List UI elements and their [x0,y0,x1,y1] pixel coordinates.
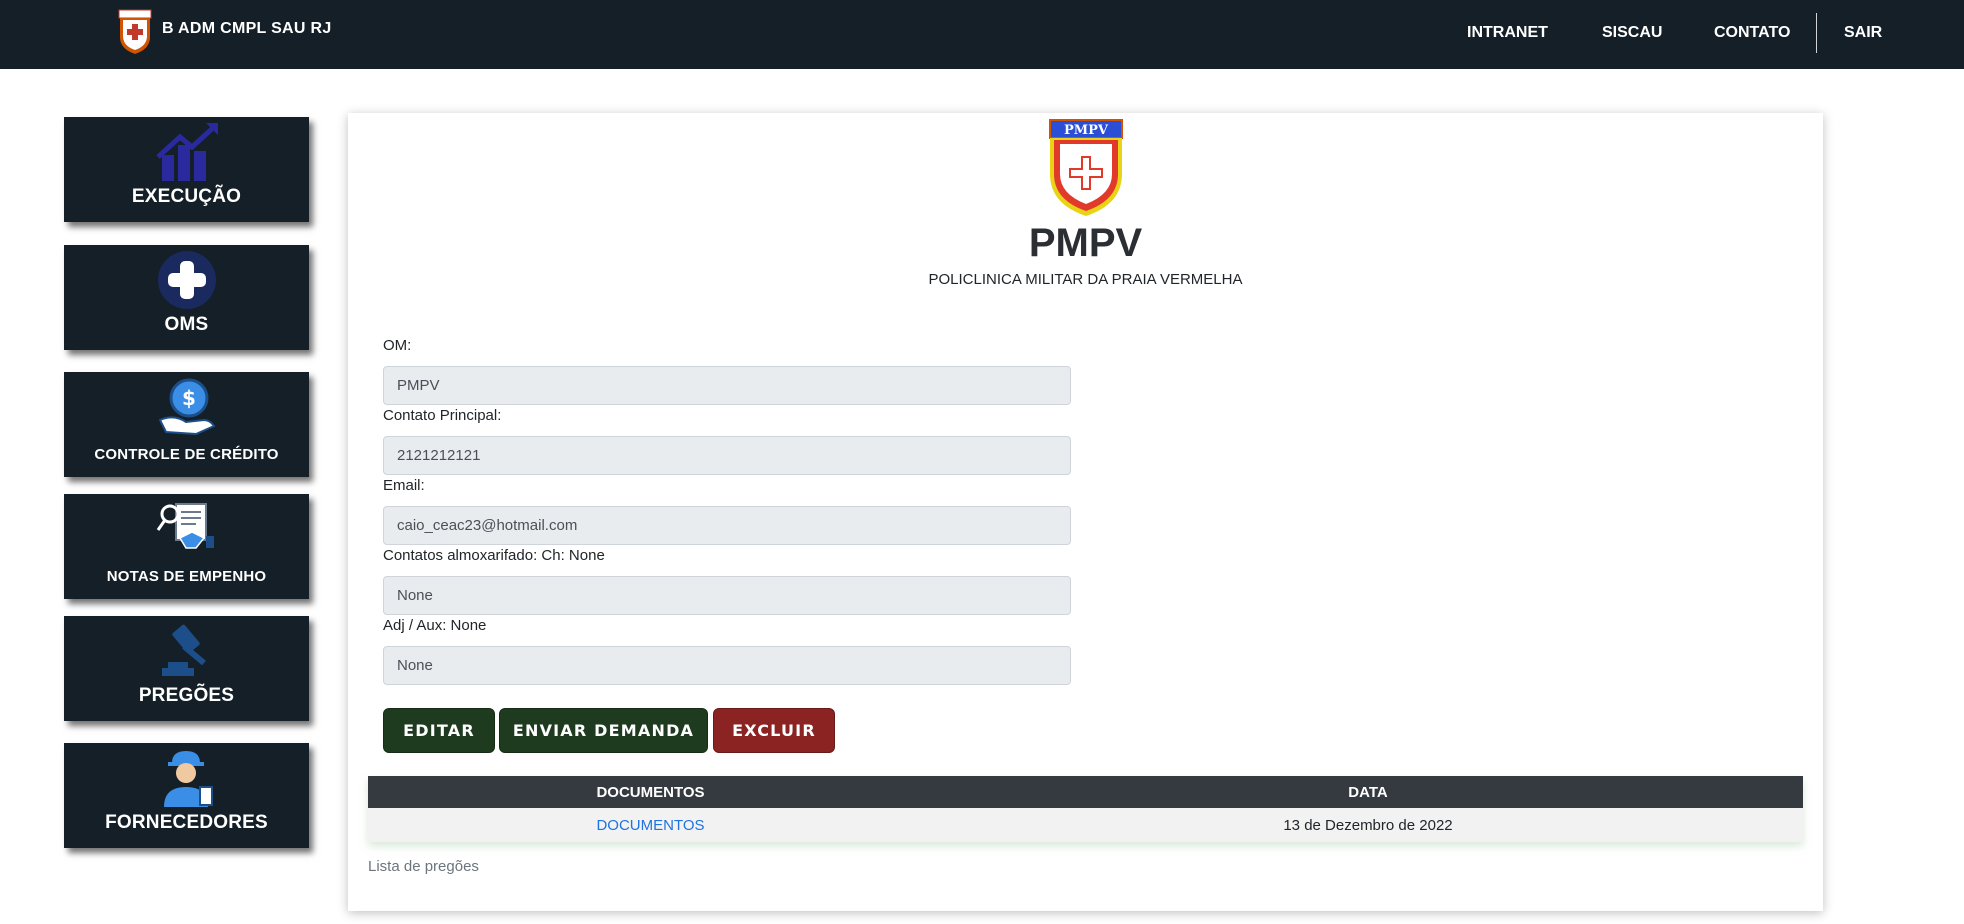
sidebar-item-label: EXECUÇÃO [131,186,242,207]
email-label: Email: [383,477,425,494]
documents-table: DOCUMENTOS DATA DOCUMENTOS 13 de Dezembr… [368,776,1803,842]
nav-contato[interactable]: CONTATO [1714,24,1790,42]
coin-hand-icon: $ [156,376,218,443]
nav-intranet[interactable]: INTRANET [1467,24,1548,42]
nav-sair[interactable]: SAIR [1844,24,1882,42]
brand[interactable]: B ADM CMPL SAU RJ [118,9,332,60]
logo-text: PMPV [1064,123,1109,138]
brand-shield-icon [118,9,152,60]
sidebar-item-label: PREGÕES [138,685,235,706]
sidebar-item-label: FORNECEDORES [105,812,268,833]
table-caption: Lista de pregões [368,858,479,875]
contatos-almoxarifado-field[interactable] [383,576,1071,615]
cell-data: 13 de Dezembro de 2022 [1283,816,1453,834]
om-field[interactable] [383,366,1071,405]
sidebar-item-execucao[interactable]: EXECUÇÃO [64,117,309,222]
svg-text:$: $ [182,386,196,410]
table-row: DOCUMENTOS 13 de Dezembro de 2022 [368,808,1803,842]
medical-cross-icon [156,249,218,316]
document-handshake-icon [156,498,218,561]
nav-siscau[interactable]: SISCAU [1602,24,1662,42]
sidebar-item-oms[interactable]: OMS [64,245,309,350]
enviar-demanda-button[interactable]: ENVIAR DEMANDA [499,708,708,753]
contato-principal-label: Contato Principal: [383,407,502,424]
contato-principal-field[interactable] [383,436,1071,475]
om-detail-card: PMPV PMPV POLICLINICA MILITAR DA PRAIA V… [348,113,1823,911]
top-navbar: B ADM CMPL SAU RJ INTRANET SISCAU CONTAT… [0,0,1964,69]
sidebar-item-controle-credito[interactable]: $ CONTROLE DE CRÉDITO [64,372,309,477]
worker-icon [156,747,218,814]
pmpv-shield-icon: PMPV [1048,118,1124,223]
adj-aux-label: Adj / Aux: None [383,617,487,634]
sidebar-item-fornecedores[interactable]: FORNECEDORES [64,743,309,848]
sidebar-item-label: CONTROLE DE CRÉDITO [94,446,279,463]
email-field[interactable] [383,506,1071,545]
sidebar-item-label: NOTAS DE EMPENHO [106,568,267,585]
contatos-almoxarifado-label: Contatos almoxarifado: Ch: None [383,547,605,564]
adj-aux-field[interactable] [383,646,1071,685]
brand-title: B ADM CMPL SAU RJ [162,19,332,37]
excluir-button[interactable]: EXCLUIR [713,708,835,753]
header-documentos: DOCUMENTOS [596,783,705,801]
om-label: OM: [383,337,412,354]
table-header: DOCUMENTOS DATA [368,776,1803,808]
documentos-link[interactable]: DOCUMENTOS [596,817,704,834]
chart-growth-icon [152,121,222,188]
editar-button[interactable]: EDITAR [383,708,495,753]
nav-divider [1816,13,1817,53]
sidebar-item-label: OMS [164,314,209,335]
header-data: DATA [1348,783,1388,801]
cell-documentos: DOCUMENTOS [368,817,933,834]
sidebar-item-pregoes[interactable]: PREGÕES [64,616,309,721]
page-subtitle: POLICLINICA MILITAR DA PRAIA VERMELHA [928,271,1243,288]
gavel-icon [156,620,218,685]
sidebar-item-notas-empenho[interactable]: NOTAS DE EMPENHO [64,494,309,599]
page-title: PMPV [1028,221,1143,265]
